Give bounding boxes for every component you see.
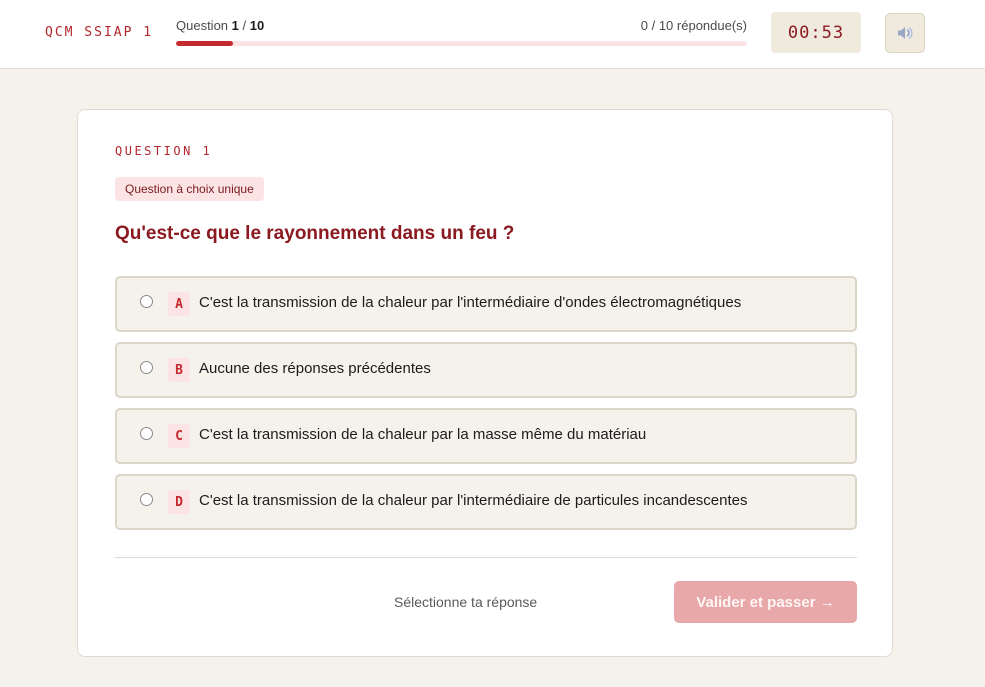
speaker-icon [898,27,913,39]
progress-bar [176,41,747,46]
divider [115,557,857,558]
answered-count: 0 / 10 répondue(s) [640,18,747,33]
top-bar: QCM SSIAP 1 Question 1 / 10 0 / 10 répon… [0,0,985,69]
app-title: QCM SSIAP 1 [45,25,154,40]
radio-button[interactable] [140,295,153,308]
question-text: Qu'est-ce que le rayonnement dans un feu… [115,223,515,244]
option-letter: D [168,490,190,514]
question-number: QUESTION 1 [115,144,213,158]
option-c[interactable]: C C'est la transmission de la chaleur pa… [115,408,857,464]
progress-bar-fill [176,41,234,46]
radio-button[interactable] [140,361,153,374]
radio-button[interactable] [140,493,153,506]
option-label: C'est la transmission de la chaleur par … [199,426,647,443]
sound-toggle-button[interactable] [885,13,925,53]
question-counter: Question 1 / 10 [176,18,265,33]
radio-button[interactable] [140,427,153,440]
selection-hint: Sélectionne ta réponse [394,594,538,610]
submit-button[interactable]: Valider et passer → [674,581,857,623]
option-label: Aucune des réponses précédentes [199,360,431,377]
question-card: QUESTION 1 Question à choix unique Qu'es… [77,109,893,657]
total-questions: 10 [249,18,265,33]
option-b[interactable]: B Aucune des réponses précédentes [115,342,857,398]
option-letter: C [168,424,190,448]
option-letter: A [168,292,190,316]
option-label: C'est la transmission de la chaleur par … [199,294,742,311]
option-d[interactable]: D C'est la transmission de la chaleur pa… [115,474,857,530]
answer-options: A C'est la transmission de la chaleur pa… [115,276,857,540]
timer: 00:53 [771,12,861,53]
progress-block: Question 1 / 10 0 / 10 répondue(s) [176,18,747,46]
option-letter: B [168,358,190,382]
option-label: C'est la transmission de la chaleur par … [199,492,748,509]
question-type-badge: Question à choix unique [115,177,264,201]
option-a[interactable]: A C'est la transmission de la chaleur pa… [115,276,857,332]
current-question: 1 [231,18,239,33]
